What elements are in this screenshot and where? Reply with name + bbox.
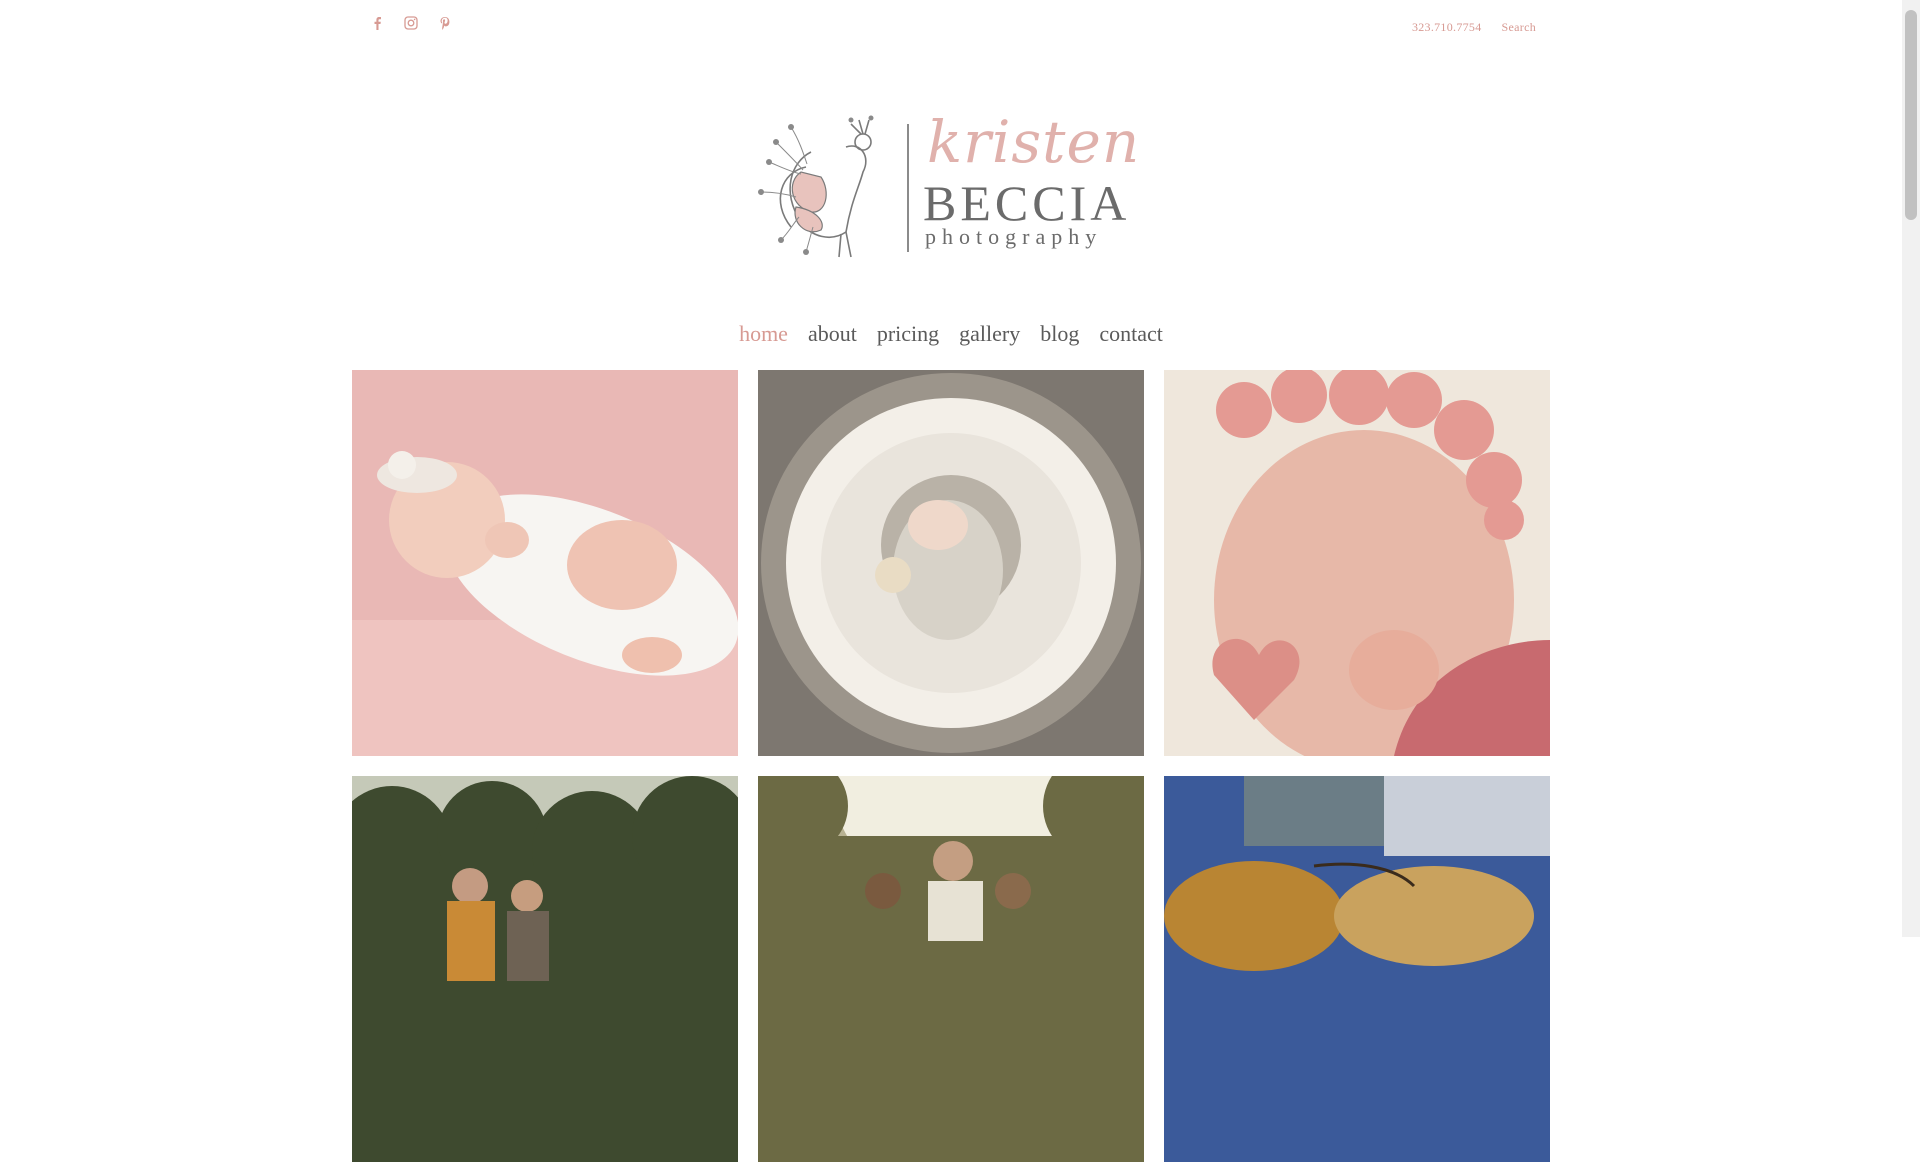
photo-grid: [352, 370, 1550, 1162]
nav-blog[interactable]: blog: [1040, 321, 1079, 347]
page: 323.710.7754 Search kristen BECCIA photo…: [0, 0, 1902, 1162]
instagram-icon[interactable]: [402, 14, 420, 32]
gallery-photo-newborn-flower-crown[interactable]: [1164, 370, 1550, 756]
nav-gallery[interactable]: gallery: [959, 321, 1020, 347]
main-nav: home about pricing gallery blog contact: [0, 321, 1902, 347]
site-logo[interactable]: kristen BECCIA photography: [751, 108, 1151, 258]
nav-home[interactable]: home: [739, 321, 788, 347]
top-right-links: 323.710.7754 Search: [1412, 20, 1536, 35]
logo-divider: [907, 124, 909, 252]
nav-contact[interactable]: contact: [1099, 321, 1163, 347]
logo-sub-text: photography: [925, 224, 1103, 249]
peacock-logo-icon: [758, 115, 874, 258]
gallery-photo-newborn-pink[interactable]: [352, 370, 738, 756]
scrollbar[interactable]: [1902, 0, 1920, 937]
search-link[interactable]: Search: [1502, 20, 1536, 35]
social-links: [368, 14, 454, 32]
nav-pricing[interactable]: pricing: [877, 321, 939, 347]
gallery-photo-family-trees[interactable]: [352, 776, 738, 1162]
logo-script-text: kristen: [927, 108, 1141, 176]
facebook-icon[interactable]: [368, 14, 386, 32]
gallery-photo-newborn-fur-nest[interactable]: [758, 370, 1144, 756]
scrollbar-thumb[interactable]: [1905, 10, 1917, 220]
gallery-photo-baseball-gloves[interactable]: [1164, 776, 1550, 1162]
pinterest-icon[interactable]: [436, 14, 454, 32]
nav-about[interactable]: about: [808, 321, 857, 347]
phone-link[interactable]: 323.710.7754: [1412, 20, 1482, 35]
gallery-photo-family-sunlit[interactable]: [758, 776, 1144, 1162]
